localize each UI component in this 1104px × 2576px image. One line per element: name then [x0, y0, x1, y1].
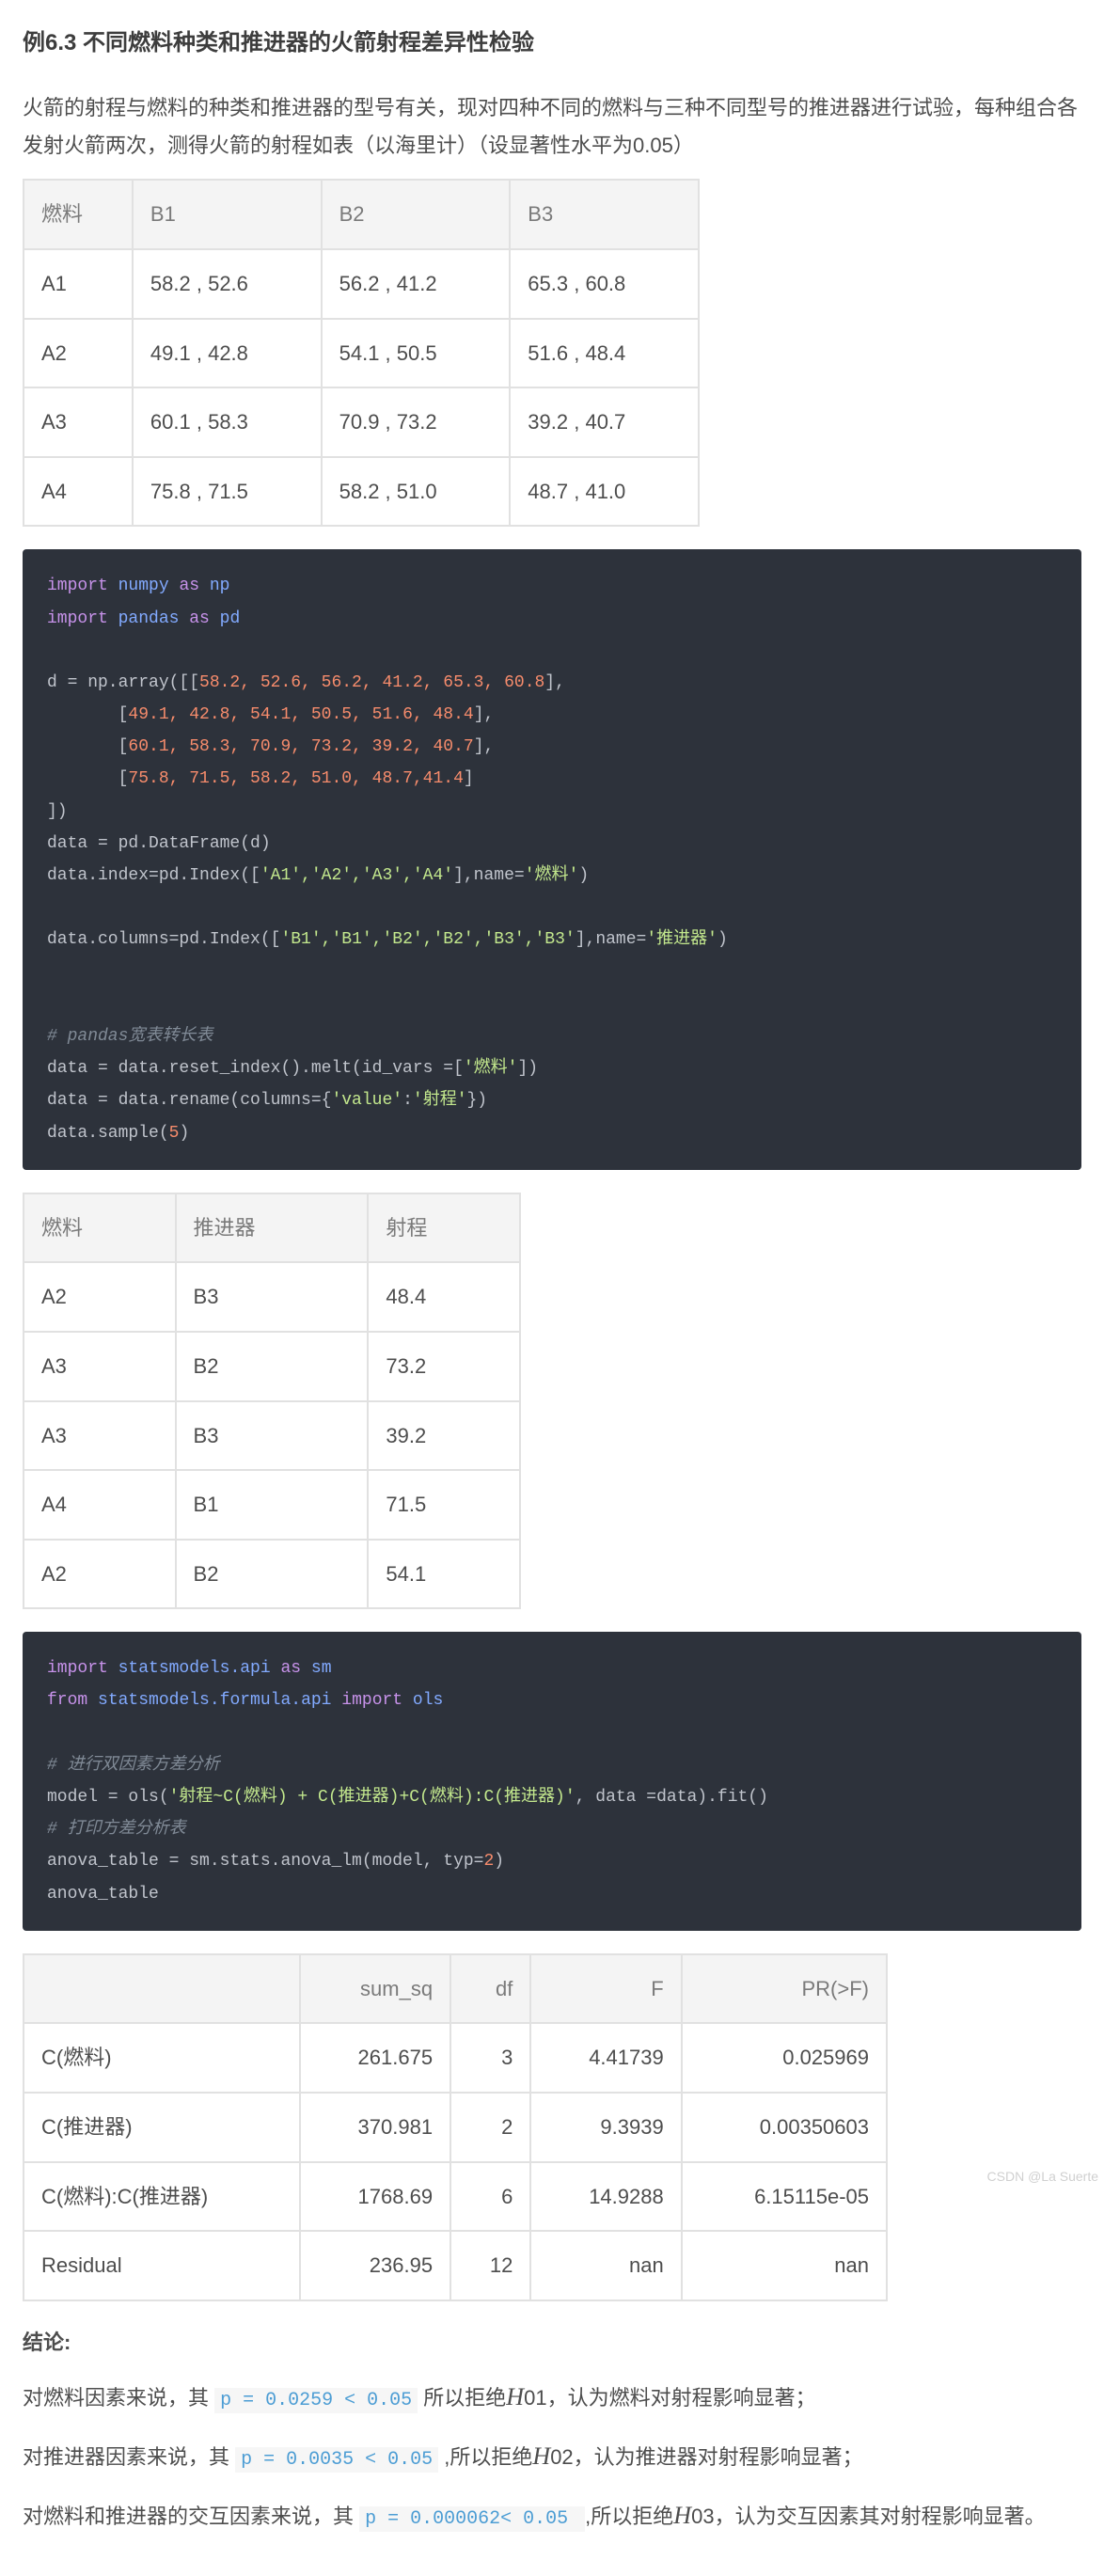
- table-row: A475.8 , 71.558.2 , 51.048.7 , 41.0: [24, 457, 699, 527]
- table-row: C(推进器)370.98129.39390.00350603: [24, 2093, 887, 2162]
- table-row: A249.1 , 42.854.1 , 50.551.6 , 48.4: [24, 319, 699, 388]
- table-row: C(燃料):C(推进器)1768.69614.92886.15115e-05: [24, 2162, 887, 2232]
- th: 燃料: [24, 1193, 176, 1263]
- table-row: A2B348.4: [24, 1262, 520, 1332]
- th: 燃料: [24, 180, 133, 249]
- th: F: [530, 1954, 681, 2024]
- data-table-1: 燃料 B1 B2 B3 A158.2 , 52.656.2 , 41.265.3…: [23, 179, 700, 527]
- intro-paragraph: 火箭的射程与燃料的种类和推进器的型号有关，现对四种不同的燃料与三种不同型号的推进…: [23, 89, 1081, 164]
- table-row: Residual236.9512nannan: [24, 2231, 887, 2300]
- anova-table: sum_sq df F PR(>F) C(燃料)261.67534.417390…: [23, 1953, 888, 2301]
- th: sum_sq: [300, 1954, 450, 2024]
- code-block-1: import numpy as np import pandas as pd d…: [23, 549, 1081, 1169]
- inline-code: p = 0.0035 < 0.05: [235, 2447, 438, 2473]
- th: PR(>F): [682, 1954, 887, 2024]
- table-row: A3B339.2: [24, 1401, 520, 1471]
- table-row: A158.2 , 52.656.2 , 41.265.3 , 60.8: [24, 249, 699, 319]
- th: B1: [133, 180, 322, 249]
- table-row: A3B273.2: [24, 1332, 520, 1401]
- inline-code: p = 0.0259 < 0.05: [214, 2388, 418, 2413]
- table-row: A4B171.5: [24, 1470, 520, 1540]
- th: B3: [510, 180, 699, 249]
- code-block-2: import statsmodels.api as sm from statsm…: [23, 1632, 1081, 1931]
- table-row: A360.1 , 58.370.9 , 73.239.2 , 40.7: [24, 387, 699, 457]
- conclusion-3: 对燃料和推进器的交互因素来说，其 p = 0.000062< 0.05 ,所以拒…: [23, 2494, 1081, 2538]
- th: 射程: [368, 1193, 520, 1263]
- watermark: CSDN @La Suerte: [987, 2165, 1098, 2189]
- table-row: A2B254.1: [24, 1540, 520, 1609]
- conclusion-2: 对推进器因素来说，其 p = 0.0035 < 0.05 ,所以拒绝H02，认为…: [23, 2435, 1081, 2479]
- inline-code: p = 0.000062< 0.05: [359, 2506, 585, 2532]
- conclusion-1: 对燃料因素来说，其 p = 0.0259 < 0.05 所以拒绝H01，认为燃料…: [23, 2376, 1081, 2420]
- th: [24, 1954, 300, 2024]
- table-row: C(燃料)261.67534.417390.025969: [24, 2023, 887, 2093]
- section-heading: 例6.3 不同燃料种类和推进器的火箭射程差异性检验: [23, 23, 1081, 63]
- th: 推进器: [176, 1193, 369, 1263]
- th: B2: [322, 180, 511, 249]
- sample-table: 燃料 推进器 射程 A2B348.4 A3B273.2 A3B339.2 A4B…: [23, 1193, 521, 1610]
- th: df: [450, 1954, 530, 2024]
- conclusion-label: 结论:: [23, 2324, 1081, 2362]
